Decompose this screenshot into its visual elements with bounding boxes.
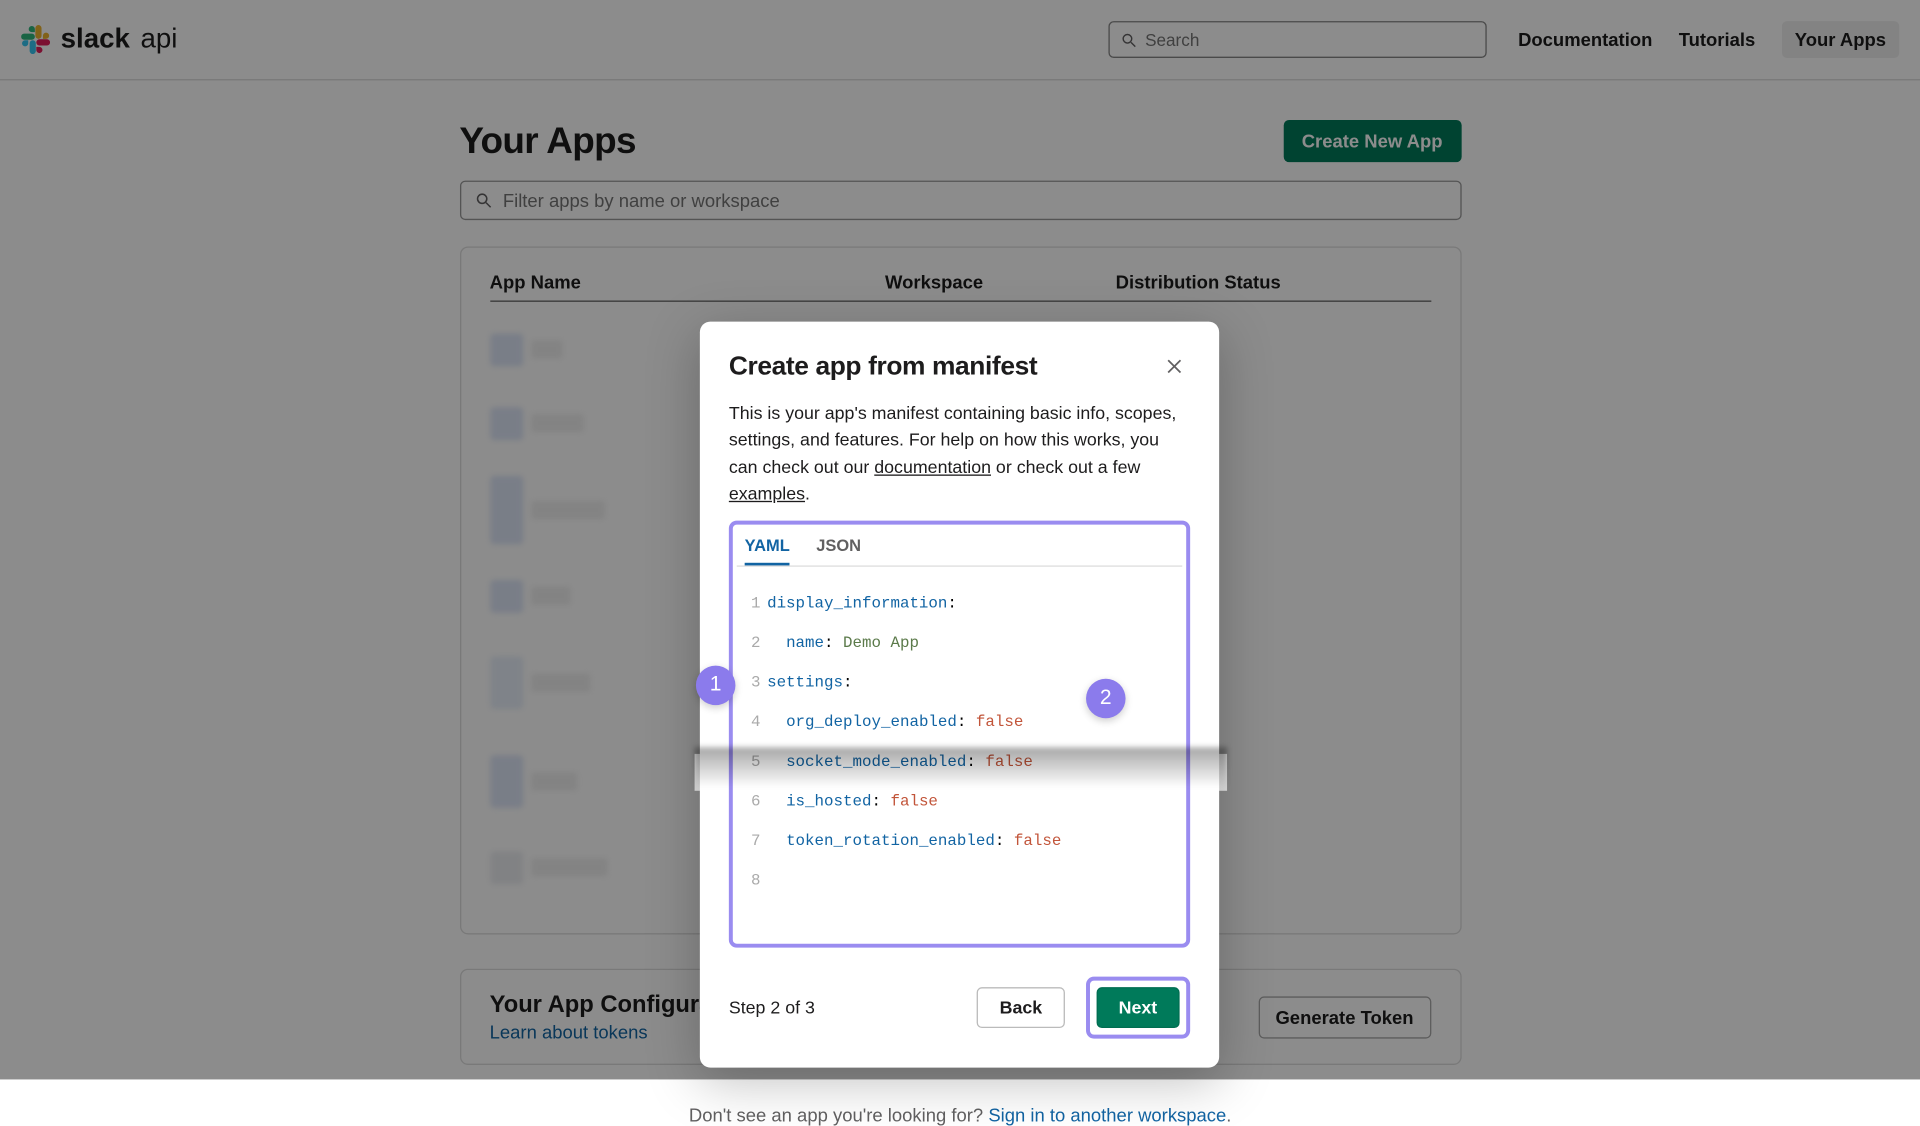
- callout-1: 1: [696, 666, 736, 706]
- callout-2: 2: [1086, 679, 1126, 719]
- code-editor[interactable]: 1display_information: 2 name: Demo App 3…: [737, 567, 1182, 933]
- documentation-link[interactable]: documentation: [874, 457, 991, 477]
- examples-link[interactable]: examples: [729, 483, 805, 503]
- footer-text: Don't see an app you're looking for? Sig…: [459, 1104, 1461, 1125]
- next-highlight: Next: [1086, 977, 1190, 1039]
- create-app-modal: Create app from manifest This is your ap…: [700, 322, 1219, 1068]
- back-button[interactable]: Back: [977, 987, 1064, 1028]
- sign-in-workspace-link[interactable]: Sign in to another workspace: [988, 1104, 1226, 1125]
- next-button[interactable]: Next: [1096, 987, 1179, 1028]
- close-button[interactable]: [1159, 351, 1191, 383]
- close-icon: [1164, 356, 1185, 377]
- manifest-editor: 1 YAML JSON 1display_information: 2 name…: [729, 521, 1190, 948]
- tab-json[interactable]: JSON: [816, 536, 861, 565]
- modal-title: Create app from manifest: [729, 351, 1159, 381]
- step-indicator: Step 2 of 3: [729, 998, 977, 1018]
- modal-description: This is your app's manifest containing b…: [729, 401, 1190, 508]
- tab-yaml[interactable]: YAML: [745, 536, 790, 565]
